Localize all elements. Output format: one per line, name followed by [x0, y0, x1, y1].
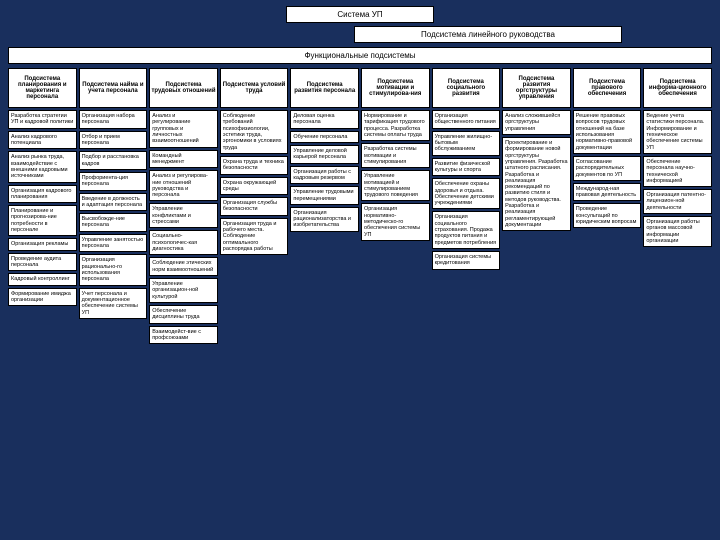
cell: Управление трудовыми перемещениями [290, 186, 359, 205]
cell: Проведение аудита персонала [8, 253, 77, 272]
cell: Учет персонала и документационное обеспе… [79, 288, 148, 319]
cell: Анализ и регулирова-ние отношений руково… [149, 170, 218, 201]
column-header: Подсистема планирования и маркетинга пер… [8, 68, 77, 108]
cell: Профориента-ция персонала [79, 172, 148, 191]
cell: Организация службы безопасности [220, 197, 289, 216]
cell: Обеспечение дисциплины труда [149, 305, 218, 324]
cell: Обеспечение охраны здоровья и отдыха. Об… [432, 178, 501, 209]
column: Подсистема трудовых отношенийАнализ и ре… [149, 68, 218, 344]
cell: Развитие физической культуры и спорта [432, 158, 501, 177]
cell: Анализ и регулирование групповых и лично… [149, 110, 218, 148]
cell: Организация рационально-го использования… [79, 254, 148, 285]
system-title: Система УП [286, 6, 434, 23]
cell: Организация кадрового планирования [8, 185, 77, 204]
cell: Охрана окружающей среды [220, 177, 289, 196]
cell: Анализ рынка труда, взаимодействие с вне… [8, 151, 77, 182]
cell: Организация труда и рабочего места. Собл… [220, 218, 289, 256]
cell: Анализ сложившейся оргструктуры управлен… [502, 110, 571, 135]
cell: Разработка стратегии УП и кадровой полит… [8, 110, 77, 129]
cell: Отбор и прием персонала [79, 131, 148, 150]
title-row: Система УП [8, 6, 712, 23]
cell: Обеспечение персонала научно-технической… [643, 156, 712, 187]
column: Подсистема развития оргструктуры управле… [502, 68, 571, 344]
cell: Проведение консультаций по юридическим в… [573, 203, 642, 228]
column-header: Подсистема условий труда [220, 68, 289, 108]
cell: Соблюдение этических норм взаимоотношени… [149, 257, 218, 276]
column-header: Подсистема социального развития [432, 68, 501, 108]
cell: Организация системы кредитования [432, 251, 501, 270]
subtitle-row: Подсистема линейного руководства [8, 26, 712, 43]
cell: Проектирование и формирование новой оргс… [502, 137, 571, 231]
cell: Управление занятостью персонала [79, 234, 148, 253]
cell: Организация рационализаторства и изобрет… [290, 207, 359, 232]
column: Подсистема правового обеспеченияРешение … [573, 68, 642, 344]
cell: Согласование распорядительных документов… [573, 156, 642, 181]
cell: Подбор и расстановка кадров [79, 151, 148, 170]
cell: Организация работы с кадровым резервом [290, 166, 359, 185]
cell: Высвобожде-ние персонала [79, 213, 148, 232]
column: Подсистема условий трудаСоблюдение требо… [220, 68, 289, 344]
cell: Организация нормативно-методическо-го об… [361, 203, 430, 241]
column: Подсистема социального развития Организац… [432, 68, 501, 344]
cell: Охрана труда и техника безопасности [220, 156, 289, 175]
cell: Организация общественного питания [432, 110, 501, 129]
diagram-root: Система УП Подсистема линейного руководс… [0, 0, 720, 540]
column-header: Подсистема информа-ционного обеспечения [643, 68, 712, 108]
cell: Планирование и прогнозирова-ние потребно… [8, 205, 77, 236]
cell: Командный менеджмент [149, 150, 218, 169]
cell: Организация патентно-лицензион-ной деяте… [643, 189, 712, 214]
cell: Организация рекламы [8, 238, 77, 250]
line-mgmt-box: Подсистема линейного руководства [354, 26, 622, 43]
cell: Управление организацион-ной культурой [149, 278, 218, 303]
cell: Нормирование и тарификация трудового про… [361, 110, 430, 141]
column: Подсистема информа-ционного обеспеченияВ… [643, 68, 712, 344]
column-header: Подсистема развития персонала [290, 68, 359, 108]
cell: Кадровый контроллинг [8, 273, 77, 285]
column: Подсистема планирования и маркетинга пер… [8, 68, 77, 344]
column-header: Подсистема найма и учета персонала [79, 68, 148, 108]
cell: Разработка системы мотивации и стимулиро… [361, 143, 430, 168]
cell: Организация работы органов массовой инфо… [643, 216, 712, 247]
cell: Соблюдение требований психофизиологии, э… [220, 110, 289, 154]
column-header: Подсистема мотивации и стимулирова-ния [361, 68, 430, 108]
cell: Управление жилищно-бытовым обслуживанием [432, 131, 501, 156]
column-header: Подсистема правового обеспечения [573, 68, 642, 108]
cell: Введение в должность и адаптация персона… [79, 193, 148, 212]
cell: Решение правовых вопросов трудовых отнош… [573, 110, 642, 154]
column-header: Подсистема трудовых отношений [149, 68, 218, 108]
cell: Организация социального страхования. Про… [432, 211, 501, 249]
columns-container: Подсистема планирования и маркетинга пер… [8, 68, 712, 344]
cell: Международ-ная правовая деятельность [573, 183, 642, 202]
column: Подсистема найма и учета персонала Органи… [79, 68, 148, 344]
column: Подсистема развития персонала Деловая оце… [290, 68, 359, 344]
column: Подсистема мотивации и стимулирова-нияНо… [361, 68, 430, 344]
cell: Взаимодейст-вие с профсоюзами [149, 326, 218, 345]
cell: Управление мотивацией и стимулированием … [361, 170, 430, 201]
functional-band: Функциональные подсистемы [8, 47, 712, 64]
cell: Ведение учета статистики персонала. Инфо… [643, 110, 712, 154]
cell: Анализ кадрового потенциала [8, 131, 77, 150]
cell: Управление конфликтами и стрессами [149, 203, 218, 228]
column-header: Подсистема развития оргструктуры управле… [502, 68, 571, 108]
cell: Формирование имиджа организации [8, 288, 77, 307]
cell: Деловая оценка персонала [290, 110, 359, 129]
cell: Социально-психологичес-кая диагностика [149, 230, 218, 255]
cell: Управление деловой карьерой персонала [290, 145, 359, 164]
cell: Организация набора персонала [79, 110, 148, 129]
cell: Обучение персонала [290, 131, 359, 143]
